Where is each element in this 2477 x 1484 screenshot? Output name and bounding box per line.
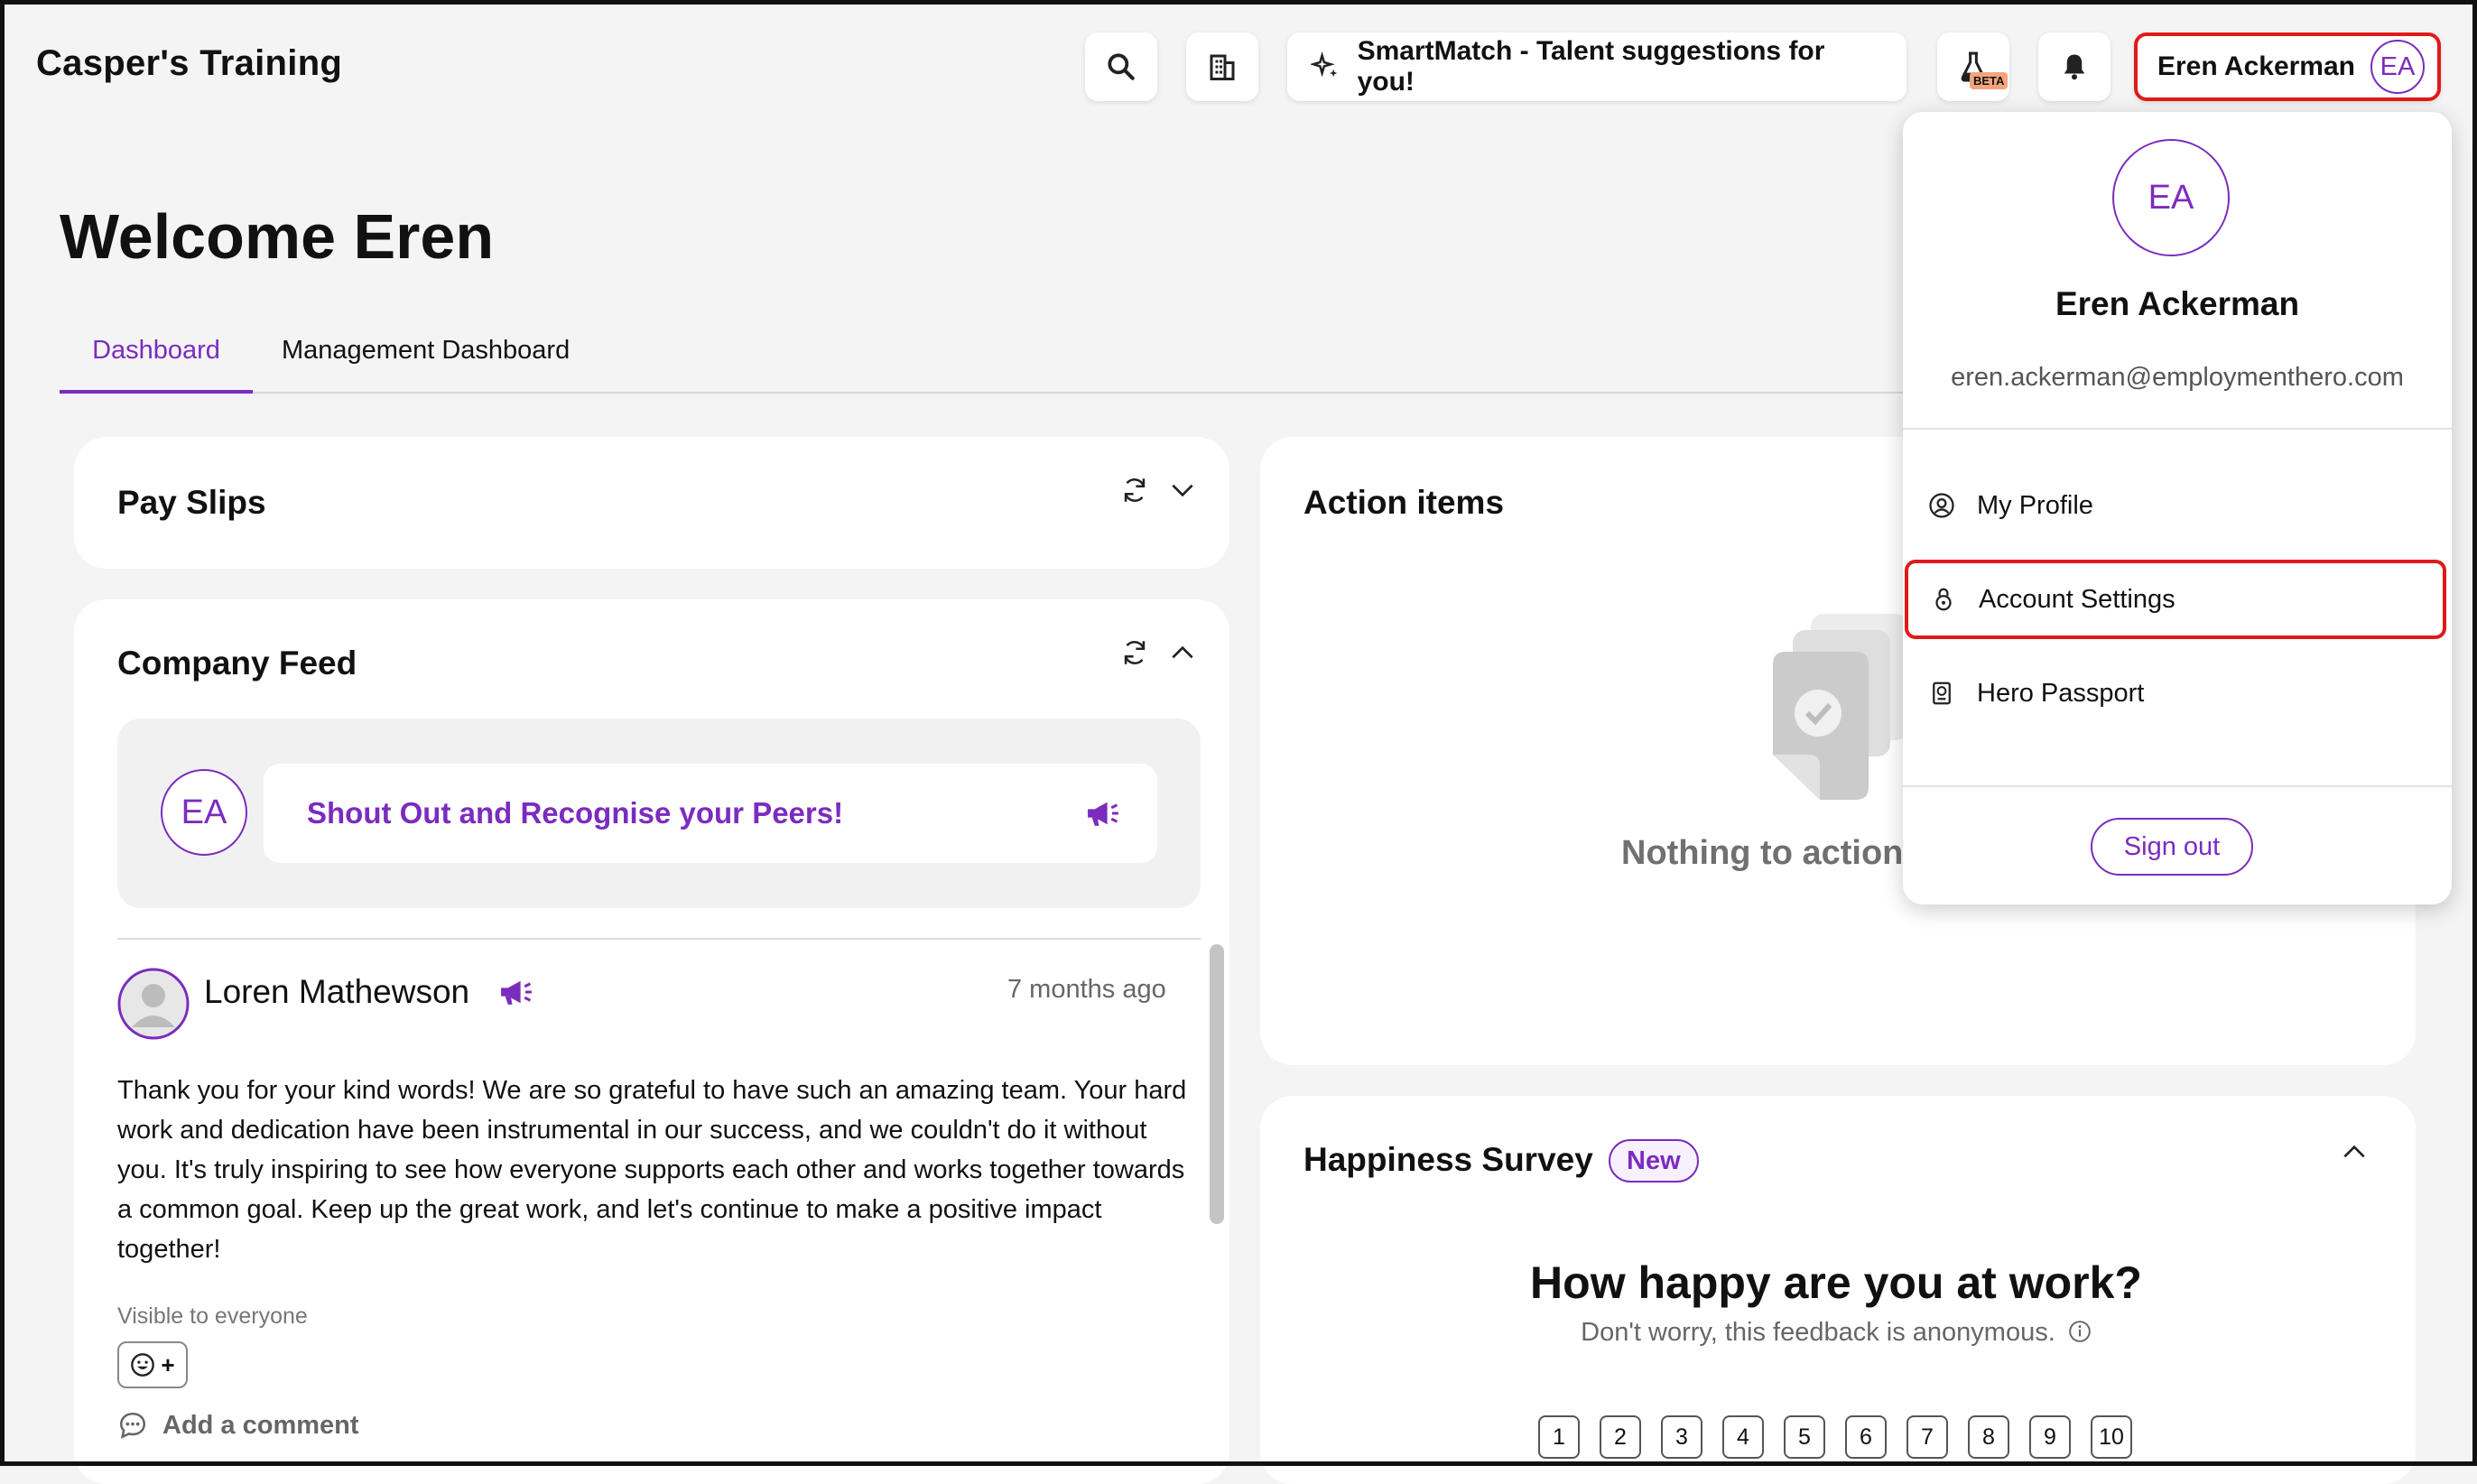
sparkle-icon [1311,51,1338,78]
page-title: Welcome Eren [60,201,495,272]
avatar: EA [161,769,247,856]
search-icon [1108,53,1135,80]
payslips-card: Pay Slips [74,437,1229,569]
rating-option[interactable]: 3 [1661,1415,1702,1459]
megaphone-icon [1088,802,1118,826]
menu-divider [1903,428,2452,430]
rating-option[interactable]: 8 [1968,1415,2009,1459]
menu-divider [1903,785,2452,787]
info-icon[interactable] [2068,1320,2092,1343]
building-icon [1210,54,1235,80]
feed-divider [117,938,1201,940]
new-badge: New [1609,1139,1699,1183]
beta-badge: BETA [1970,72,2009,89]
chevron-up-icon[interactable] [1168,638,1197,667]
smartmatch-label: SmartMatch - Talent suggestions for you! [1357,36,1825,97]
avatar: EA [2370,40,2425,94]
shout-out-composer: EA Shout Out and Recognise your Peers! [117,719,1201,908]
menu-item-account-settings[interactable]: Account Settings [1905,560,2446,639]
rating-scale: 1 2 3 4 5 6 7 8 9 10 [1538,1415,2132,1459]
company-feed-title: Company Feed [117,645,357,682]
beta-lab-button[interactable]: BETA [1937,32,2009,101]
post-timestamp: 7 months ago [1007,975,1166,1004]
rating-option[interactable]: 5 [1784,1415,1825,1459]
refresh-icon[interactable] [1119,475,1150,505]
menu-item-hero-passport[interactable]: Hero Passport [1903,654,2452,733]
rating-option[interactable]: 1 [1538,1415,1580,1459]
avatar [117,968,190,1040]
post-author[interactable]: Loren Mathewson [204,973,469,1011]
megaphone-icon [501,980,532,1005]
rating-option[interactable]: 4 [1722,1415,1764,1459]
rating-option[interactable]: 10 [2091,1415,2132,1459]
user-menu-email: eren.ackerman@employmenthero.com [1951,363,2404,392]
rating-option[interactable]: 9 [2029,1415,2071,1459]
add-comment-label: Add a comment [162,1410,359,1440]
rating-option[interactable]: 2 [1600,1415,1641,1459]
tab-dashboard[interactable]: Dashboard [60,336,253,394]
chat-bubble-icon [119,1412,146,1440]
shout-out-label: Shout Out and Recognise your Peers! [307,796,844,830]
add-comment-button[interactable]: Add a comment [117,1410,359,1441]
sign-out-button[interactable]: Sign out [2091,818,2253,876]
menu-item-label: Account Settings [1979,584,2175,614]
chevron-down-icon[interactable] [1168,476,1197,505]
refresh-icon[interactable] [1119,637,1150,668]
tab-bar: Dashboard Management Dashboard [60,336,1919,394]
passport-icon [1933,682,1951,705]
plus-icon: + [161,1350,175,1378]
rating-option[interactable]: 6 [1845,1415,1887,1459]
user-name: Eren Ackerman [2157,51,2355,81]
survey-subtext: Don't worry, this feedback is anonymous. [1260,1318,2412,1348]
add-reaction-button[interactable]: + [117,1341,188,1388]
post-visibility: Visible to everyone [117,1303,308,1329]
user-menu-name: Eren Ackerman [2055,285,2300,322]
bell-icon [2064,54,2085,80]
user-menu-button[interactable]: Eren Ackerman EA [2134,32,2441,101]
survey-question: How happy are you at work? [1530,1257,2142,1308]
rating-option[interactable]: 7 [1906,1415,1948,1459]
user-menu-dropdown: EA Eren Ackerman eren.ackerman@employmen… [1903,112,2452,904]
user-circle-icon [1929,493,1954,518]
avatar: EA [2112,139,2230,256]
menu-item-label: My Profile [1977,490,2093,520]
menu-item-label: Hero Passport [1977,678,2145,708]
organisation-button[interactable] [1186,32,1258,101]
smiley-icon [131,1353,155,1377]
happiness-survey-title: Happiness Survey [1303,1141,1593,1178]
payslips-title: Pay Slips [117,484,266,521]
app-title: Casper's Training [36,43,343,83]
menu-item-my-profile[interactable]: My Profile [1903,466,2452,545]
survey-subtext-label: Don't worry, this feedback is anonymous. [1581,1318,2055,1347]
empty-documents-icon [1773,614,1908,800]
shout-out-button[interactable]: Shout Out and Recognise your Peers! [264,764,1157,863]
chevron-up-icon[interactable] [2340,1137,2369,1166]
search-button[interactable] [1085,32,1157,101]
lock-icon [1935,588,1952,611]
post-body: Thank you for your kind words! We are so… [117,1076,1187,1264]
feed-scrollbar[interactable] [1210,944,1224,1224]
empty-state-text: Nothing to action [1621,834,1904,872]
tab-management-dashboard[interactable]: Management Dashboard [282,336,625,390]
action-items-title: Action items [1303,484,1505,521]
smartmatch-button[interactable]: SmartMatch - Talent suggestions for you! [1287,32,1906,101]
notifications-button[interactable] [2038,32,2111,101]
